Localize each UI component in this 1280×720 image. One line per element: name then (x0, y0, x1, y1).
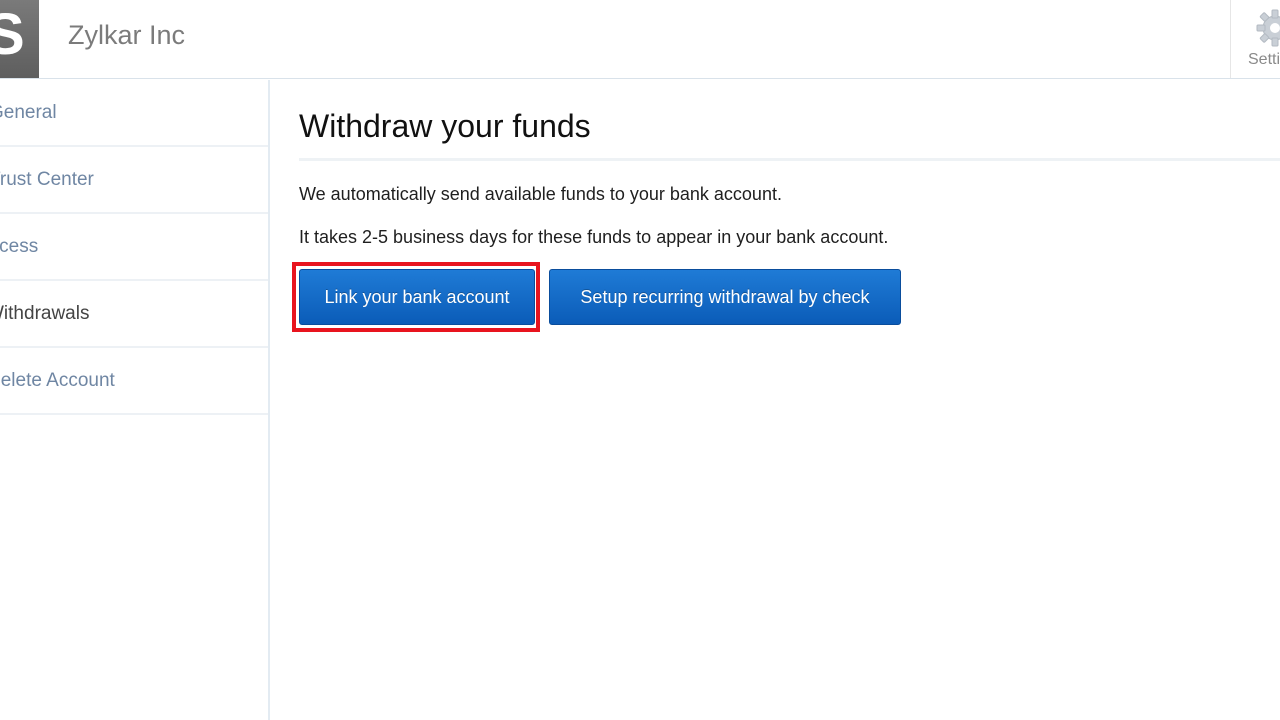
sidebar-item-general[interactable]: General (0, 80, 268, 147)
sidebar-item-label: Access (0, 236, 39, 257)
processing-time-description: It takes 2-5 business days for these fun… (299, 227, 889, 247)
sidebar-item-label: Withdrawals (0, 303, 90, 324)
sidebar-item-trust-center[interactable]: Trust Center (0, 147, 268, 214)
setup-recurring-check-button[interactable]: Setup recurring withdrawal by check (549, 269, 901, 325)
settings-sidebar: General Trust Center Access Withdrawals … (0, 80, 270, 720)
gear-icon (1256, 9, 1280, 47)
settings-label: Settings (1248, 51, 1280, 68)
auto-send-description: We automatically send available funds to… (299, 184, 782, 204)
sidebar-item-withdrawals[interactable]: Withdrawals (0, 281, 268, 348)
app-logo[interactable]: S (0, 0, 39, 78)
sidebar-item-access[interactable]: Access (0, 214, 268, 281)
title-divider (299, 158, 1280, 161)
sidebar-item-label: General (0, 102, 57, 123)
sidebar-item-delete-account[interactable]: Delete Account (0, 348, 268, 415)
app-header: S Zylkar Inc Settings (0, 0, 1280, 79)
page-title: Withdraw your funds (299, 108, 591, 144)
logo-letter: S (0, 2, 25, 67)
settings-button[interactable]: Settings (1230, 0, 1280, 78)
link-bank-account-button[interactable]: Link your bank account (299, 269, 535, 325)
sidebar-item-label: Delete Account (0, 370, 115, 391)
sidebar-item-label: Trust Center (0, 169, 94, 190)
company-name: Zylkar Inc (68, 20, 186, 50)
